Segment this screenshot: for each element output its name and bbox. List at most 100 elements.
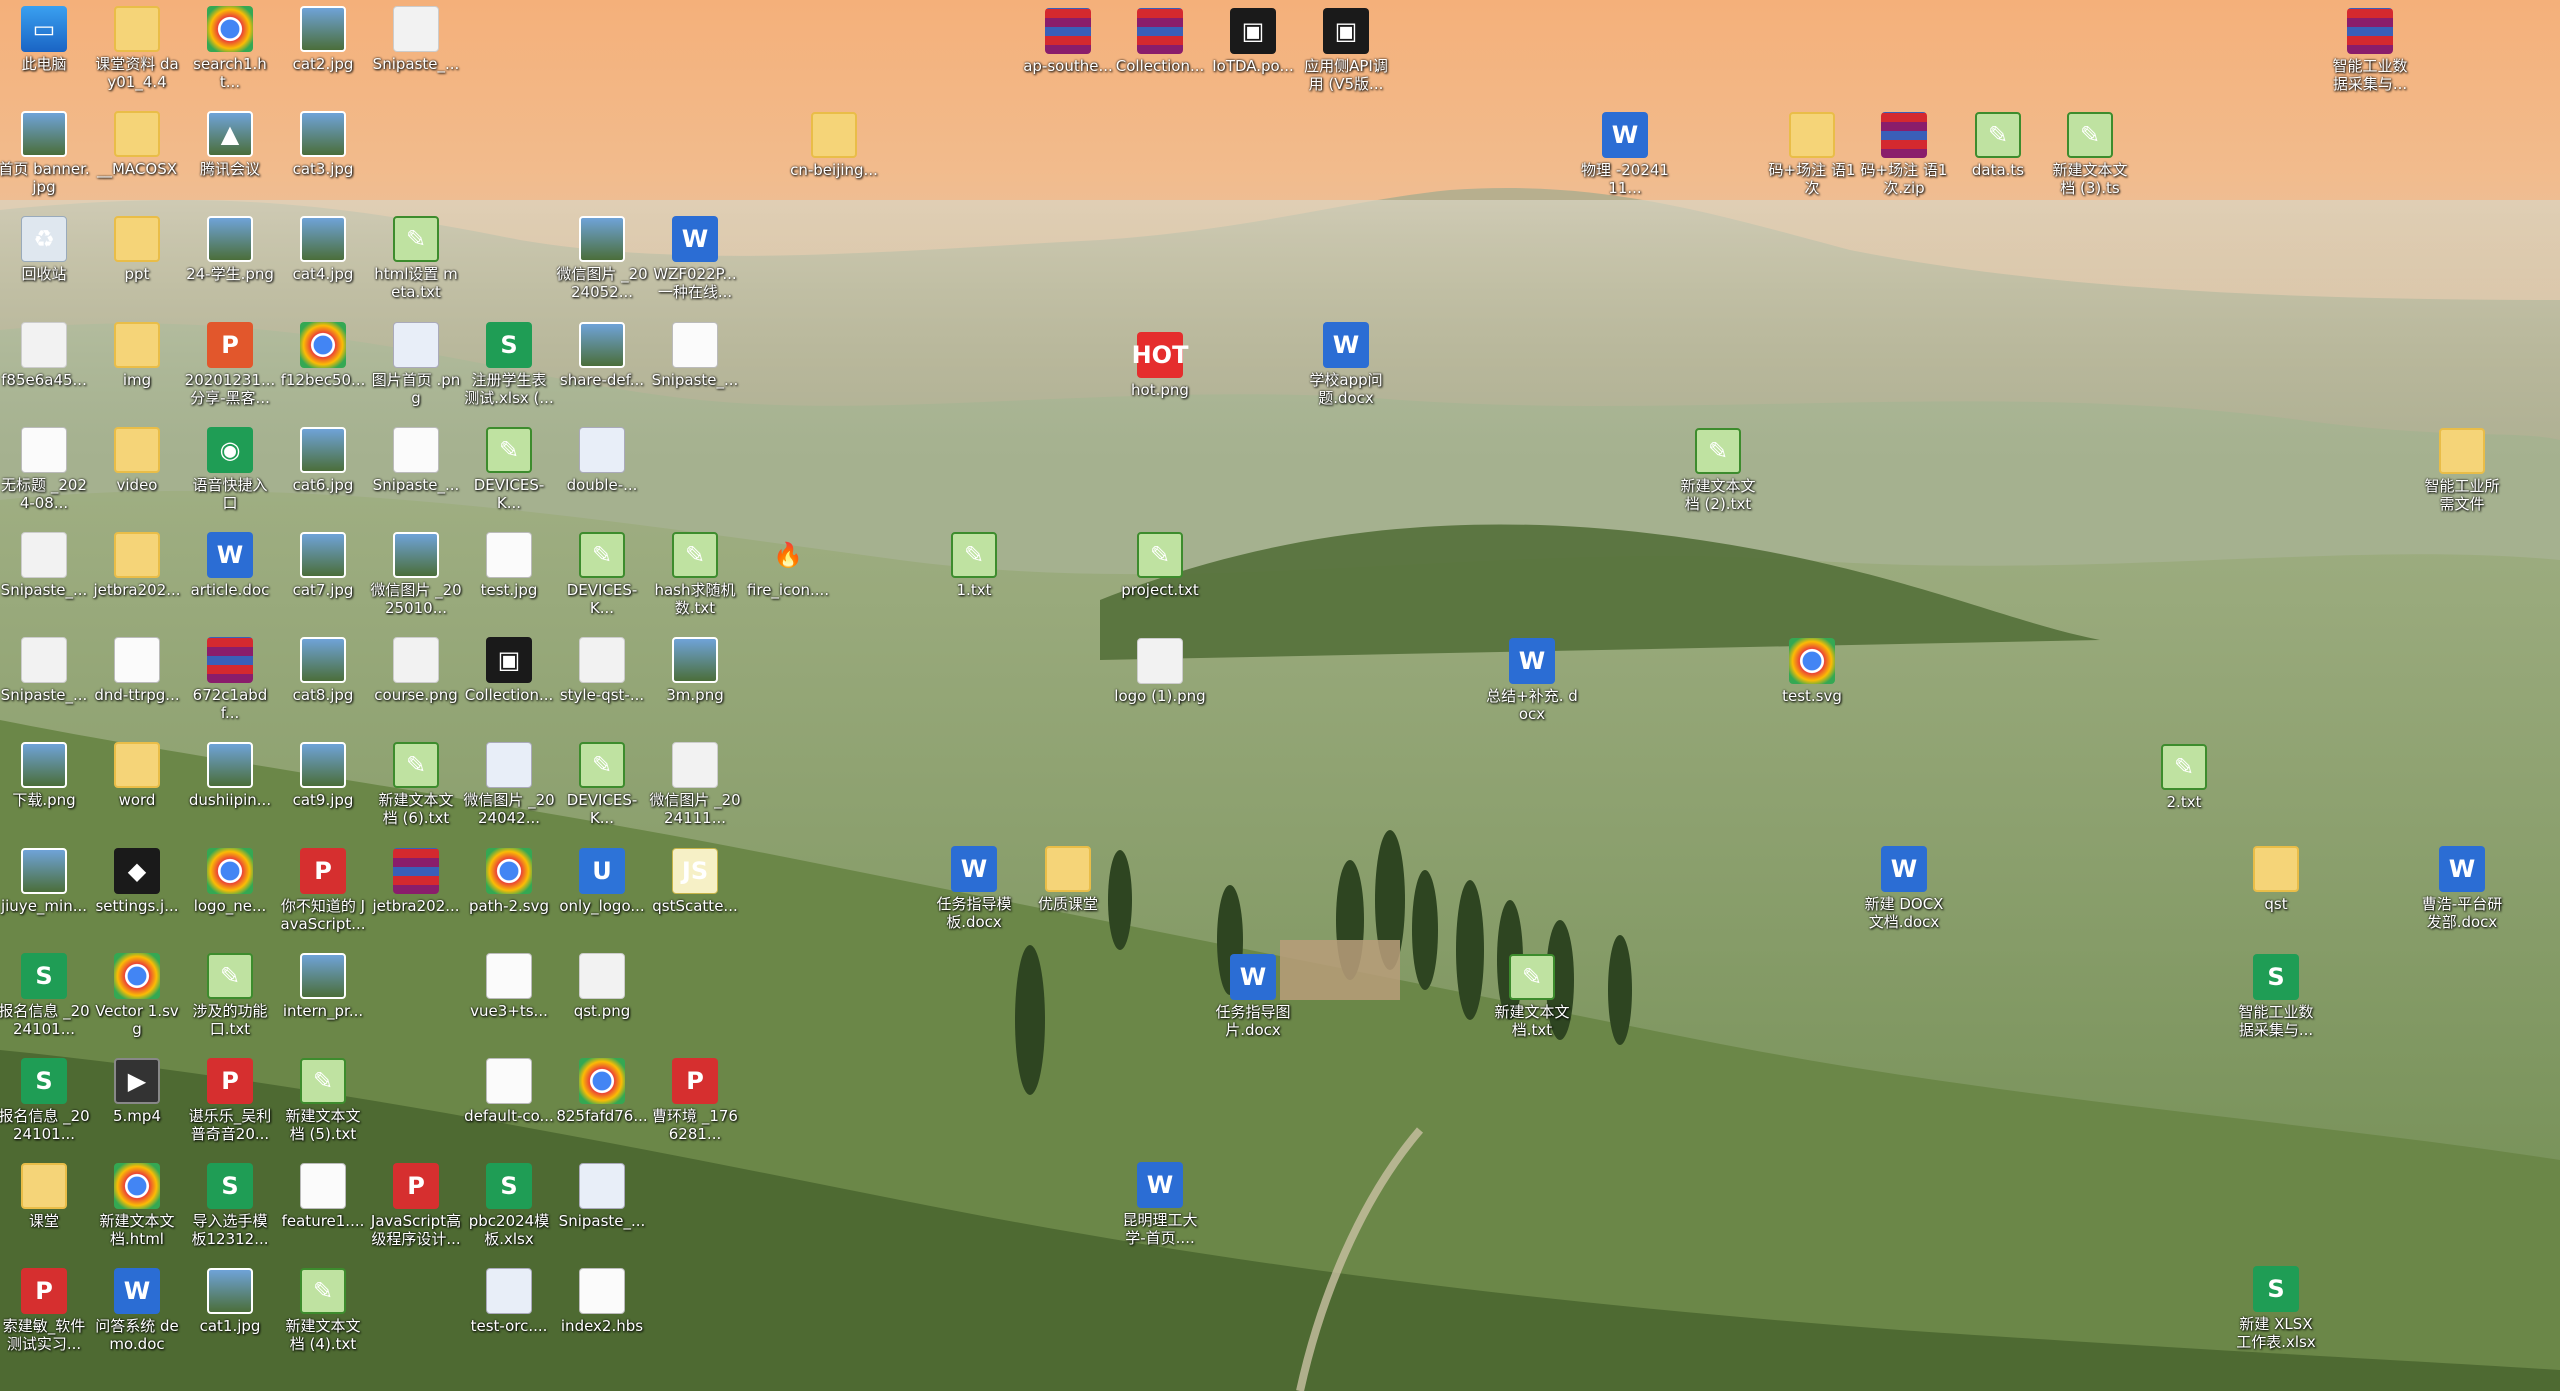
desktop-icon[interactable]: S 注册学生表 测试.xlsx (...: [463, 321, 555, 407]
desktop-icon[interactable]: test-orc....: [463, 1268, 555, 1335]
desktop-icon[interactable]: f85e6a45...: [0, 321, 90, 389]
desktop-icon[interactable]: jetbra202...: [91, 532, 183, 599]
desktop-icon[interactable]: ✎ DEVICES-K...: [463, 426, 555, 512]
desktop-icon[interactable]: index2.hbs: [556, 1268, 648, 1335]
desktop-icon[interactable]: ▣ 应用侧API调 用 (V5版...: [1300, 8, 1392, 93]
desktop-icon[interactable]: 新建文本文 档.html: [91, 1163, 183, 1248]
desktop-icon[interactable]: ✎ DEVICES-K...: [556, 742, 648, 827]
desktop-icon[interactable]: 图片首页 .png: [370, 321, 462, 407]
desktop-icon[interactable]: cat3.jpg: [277, 111, 369, 178]
desktop-icon[interactable]: P 20201231... 分享-黑客...: [184, 321, 276, 407]
desktop-icon[interactable]: 672c1abdf...: [184, 637, 276, 722]
desktop-icon[interactable]: ✎ 新建文本文 档 (2).txt: [1672, 428, 1764, 513]
desktop-icon[interactable]: S 报名信息 _2024101...: [0, 952, 90, 1038]
desktop-icon[interactable]: W 昆明理工大 学-首页....: [1114, 1162, 1206, 1247]
desktop-icon[interactable]: 首页 banner.jpg: [0, 111, 90, 196]
desktop-icon[interactable]: intern_pr...: [277, 952, 369, 1020]
desktop-icon[interactable]: W 新建 DOCX 文档.docx: [1858, 846, 1950, 931]
desktop-icon[interactable]: P 曹环境 _1766281...: [649, 1058, 741, 1143]
desktop-icon[interactable]: S 报名信息 _2024101...: [0, 1058, 90, 1143]
desktop-icon[interactable]: HOT hot.png: [1114, 332, 1206, 399]
desktop-icon[interactable]: W WZF022P... 一种在线...: [649, 216, 741, 301]
desktop-icon[interactable]: cat4.jpg: [277, 216, 369, 283]
desktop-icon[interactable]: ✎ 1.txt: [928, 532, 1020, 599]
desktop-icon[interactable]: Snipaste_...: [370, 426, 462, 494]
desktop-icon[interactable]: cn-beijing...: [788, 112, 880, 179]
desktop-icon[interactable]: cat8.jpg: [277, 637, 369, 704]
desktop-icon[interactable]: ✎ 新建文本文 档 (4).txt: [277, 1268, 369, 1353]
desktop-icon[interactable]: qst.png: [556, 952, 648, 1020]
desktop-icon[interactable]: ✎ hash求随机 数.txt: [649, 532, 741, 617]
desktop-icon[interactable]: ✎ html设置 meta.txt: [370, 216, 462, 301]
desktop-icon[interactable]: Snipaste_...: [0, 637, 90, 704]
desktop-icon[interactable]: W 总结+补充. docx: [1486, 638, 1578, 723]
desktop-icon[interactable]: P 索建敏_软件 测试实习...: [0, 1268, 90, 1353]
desktop-icon[interactable]: ▣ IoTDA.po...: [1207, 8, 1299, 75]
desktop-icon[interactable]: W 学校app问 题.docx: [1300, 322, 1392, 407]
desktop-icon[interactable]: vue3+ts...: [463, 952, 555, 1020]
desktop-icon[interactable]: Snipaste_...: [649, 321, 741, 389]
desktop-icon[interactable]: cat2.jpg: [277, 6, 369, 73]
desktop-icon[interactable]: 优质课堂: [1022, 846, 1114, 913]
desktop-icon[interactable]: 智能工业数 据采集与...: [2324, 8, 2416, 93]
desktop-icon[interactable]: Warticle.doc: [184, 532, 276, 599]
desktop-icon[interactable]: ▲ 腾讯会议: [184, 111, 276, 178]
desktop-icon[interactable]: ▭ 此电脑: [0, 6, 90, 73]
desktop-icon[interactable]: path-2.svg: [463, 847, 555, 915]
desktop-icon[interactable]: 微信图片 _2025010...: [370, 532, 462, 617]
desktop-icon[interactable]: Snipaste_...: [556, 1163, 648, 1230]
desktop-icon[interactable]: f12bec50...: [277, 321, 369, 389]
desktop-icon[interactable]: Snipaste_...: [370, 6, 462, 73]
desktop-icon[interactable]: Vector 1.svg: [91, 952, 183, 1038]
desktop-icon[interactable]: P 你不知道的 JavaScript...: [277, 847, 369, 933]
desktop-icon[interactable]: test.svg: [1766, 638, 1858, 705]
desktop-icon[interactable]: cat1.jpg: [184, 1268, 276, 1335]
desktop-icon[interactable]: 码+场注 语1 次.zip: [1858, 112, 1950, 197]
desktop-icon[interactable]: jetbra202...: [370, 847, 462, 915]
desktop-icon[interactable]: share-def...: [556, 321, 648, 389]
desktop-icon[interactable]: 24-学生.png: [184, 216, 276, 283]
desktop-icon[interactable]: search1.ht...: [184, 6, 276, 91]
desktop-icon[interactable]: ◉ 语音快捷入 口: [184, 426, 276, 512]
desktop-icon[interactable]: ppt: [91, 216, 183, 283]
desktop-icon[interactable]: 微信图片 _2024052...: [556, 216, 648, 301]
desktop-icon[interactable]: course.png: [370, 637, 462, 704]
desktop-icon[interactable]: W 曹浩-平台研 发部.docx: [2416, 846, 2508, 931]
desktop-icon[interactable]: 下载.png: [0, 742, 90, 809]
desktop-icon[interactable]: W 任务指导图 片.docx: [1207, 954, 1299, 1039]
desktop-icon[interactable]: ✎ project.txt: [1114, 532, 1206, 599]
desktop-icon[interactable]: Snipaste_...: [0, 532, 90, 599]
desktop-icon[interactable]: test.jpg: [463, 532, 555, 599]
desktop-icon[interactable]: Collection...: [1114, 8, 1206, 75]
desktop-icon[interactable]: ✎ 2.txt: [2138, 744, 2230, 811]
desktop-icon[interactable]: jiuye_min...: [0, 847, 90, 915]
desktop-icon[interactable]: word: [91, 742, 183, 809]
desktop-icon[interactable]: ✎ 新建文本文 档 (5).txt: [277, 1058, 369, 1143]
desktop-icon[interactable]: cat9.jpg: [277, 742, 369, 809]
desktop-icon[interactable]: W 物理 -2024111...: [1579, 112, 1671, 197]
desktop-icon[interactable]: dnd-ttrpg...: [91, 637, 183, 704]
desktop-icon[interactable]: ▣ Collection...: [463, 637, 555, 704]
desktop-icon[interactable]: cat7.jpg: [277, 532, 369, 599]
desktop-icon[interactable]: logo_ne...: [184, 847, 276, 915]
desktop-icon[interactable]: ▶ 5.mp4: [91, 1058, 183, 1125]
desktop-icon[interactable]: ✎ DEVICES-K...: [556, 532, 648, 617]
desktop-icon[interactable]: ✎ 新建文本文 档 (6).txt: [370, 742, 462, 827]
desktop-icon[interactable]: video: [91, 426, 183, 494]
desktop-icon[interactable]: img: [91, 321, 183, 389]
desktop-icon[interactable]: __MACOSX: [91, 111, 183, 178]
desktop-icon[interactable]: 🔥 fire_icon....: [742, 532, 834, 599]
desktop-icon[interactable]: qst: [2230, 846, 2322, 913]
desktop-icon[interactable]: Spbc2024模 板.xlsx: [463, 1163, 555, 1248]
desktop-icon[interactable]: 码+场注 语1 次: [1766, 112, 1858, 197]
desktop-icon[interactable]: 3m.png: [649, 637, 741, 704]
desktop-icon[interactable]: ♻ 回收站: [0, 216, 90, 283]
desktop-icon[interactable]: W 任务指导模 板.docx: [928, 846, 1020, 931]
desktop-icon[interactable]: JS qstScatte...: [649, 847, 741, 915]
desktop-icon[interactable]: Uonly_logo...: [556, 847, 648, 915]
desktop-icon[interactable]: S 新建 XLSX 工作表.xlsx: [2230, 1266, 2322, 1351]
desktop-icon[interactable]: double-...: [556, 426, 648, 494]
desktop-icon[interactable]: dushiipin...: [184, 742, 276, 809]
desktop-icon[interactable]: 课堂资料 day01_4.4: [91, 6, 183, 91]
desktop-icon[interactable]: ap-southe...: [1022, 8, 1114, 75]
